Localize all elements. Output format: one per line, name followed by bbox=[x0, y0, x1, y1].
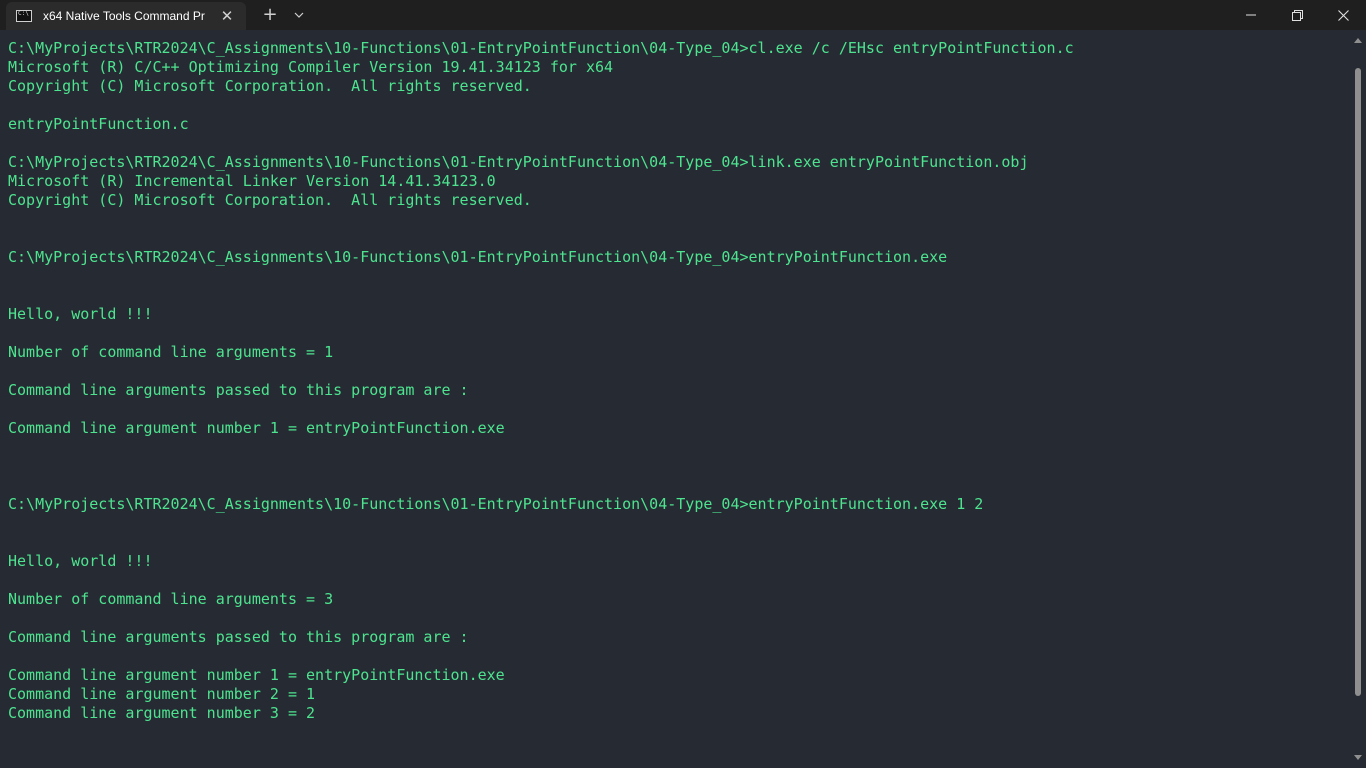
terminal-line: C:\MyProjects\RTR2024\C_Assignments\10-F… bbox=[8, 153, 1029, 171]
terminal-window: x64 Native Tools Command Pr ✕ + bbox=[0, 0, 1366, 768]
terminal-line: Microsoft (R) C/C++ Optimizing Compiler … bbox=[8, 58, 614, 76]
terminal-line: Command line arguments passed to this pr… bbox=[8, 628, 469, 646]
terminal-line: Command line arguments passed to this pr… bbox=[8, 381, 469, 399]
terminal-line: Microsoft (R) Incremental Linker Version… bbox=[8, 172, 496, 190]
chevron-down-icon bbox=[294, 12, 304, 18]
terminal-line: Number of command line arguments = 3 bbox=[8, 590, 334, 608]
command-prompt-icon bbox=[16, 10, 32, 22]
scroll-up-arrow-icon[interactable] bbox=[1353, 36, 1363, 46]
terminal-line: Command line argument number 1 = entryPo… bbox=[8, 666, 505, 684]
vertical-scrollbar[interactable] bbox=[1350, 30, 1366, 768]
terminal-line: C:\MyProjects\RTR2024\C_Assignments\10-F… bbox=[8, 39, 1074, 57]
terminal-line: Hello, world !!! bbox=[8, 305, 153, 323]
terminal-output: C:\MyProjects\RTR2024\C_Assignments\10-F… bbox=[0, 30, 1350, 723]
terminal-line: Command line argument number 3 = 2 bbox=[8, 704, 316, 722]
terminal-line: entryPointFunction.c bbox=[8, 115, 189, 133]
tab-title: x64 Native Tools Command Pr bbox=[43, 9, 205, 23]
new-tab-button[interactable]: + bbox=[257, 3, 283, 27]
terminal-line: C:\MyProjects\RTR2024\C_Assignments\10-F… bbox=[8, 495, 984, 513]
minimize-icon bbox=[1246, 14, 1256, 16]
minimize-button[interactable] bbox=[1228, 0, 1274, 30]
close-window-button[interactable] bbox=[1320, 0, 1366, 30]
close-tab-button[interactable]: ✕ bbox=[215, 2, 239, 30]
close-icon bbox=[1337, 9, 1349, 21]
tab-command-prompt[interactable]: x64 Native Tools Command Pr ✕ bbox=[6, 2, 246, 30]
maximize-button[interactable] bbox=[1274, 0, 1320, 30]
terminal-line: Copyright (C) Microsoft Corporation. All… bbox=[8, 77, 532, 95]
terminal-output-area[interactable]: C:\MyProjects\RTR2024\C_Assignments\10-F… bbox=[0, 30, 1350, 768]
terminal-line: Number of command line arguments = 1 bbox=[8, 343, 334, 361]
terminal-line: Command line argument number 1 = entryPo… bbox=[8, 419, 505, 437]
title-bar: x64 Native Tools Command Pr ✕ + bbox=[0, 0, 1366, 30]
tab-dropdown-button[interactable] bbox=[287, 3, 311, 27]
restore-icon bbox=[1291, 9, 1303, 21]
terminal-line: Hello, world !!! bbox=[8, 552, 153, 570]
scroll-down-arrow-icon[interactable] bbox=[1353, 752, 1363, 762]
terminal-line: Copyright (C) Microsoft Corporation. All… bbox=[8, 191, 532, 209]
terminal-line: Command line argument number 2 = 1 bbox=[8, 685, 316, 703]
terminal-line: C:\MyProjects\RTR2024\C_Assignments\10-F… bbox=[8, 248, 948, 266]
scrollbar-thumb[interactable] bbox=[1355, 68, 1361, 696]
